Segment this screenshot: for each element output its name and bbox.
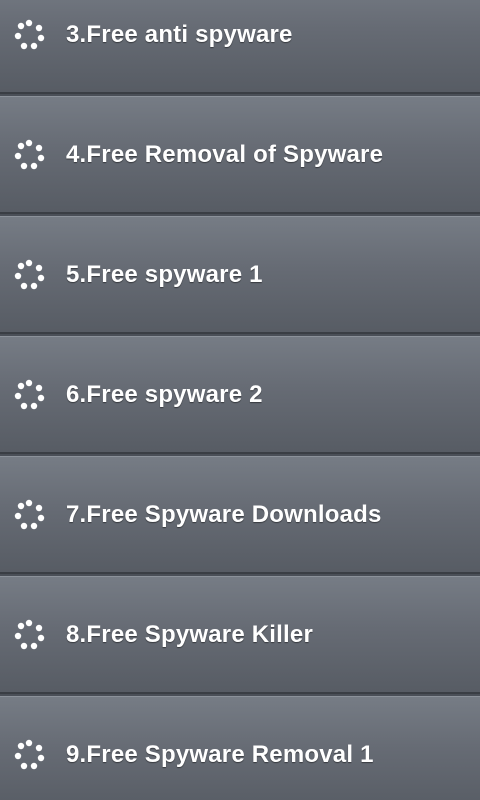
list-item-label: 4.Free Removal of Spyware [66, 140, 384, 168]
list-item-9[interactable]: 9.Free Spyware Removal 1 [0, 696, 480, 800]
list-item-7[interactable]: 7.Free Spyware Downloads [0, 456, 480, 574]
loading-dots-icon [14, 139, 45, 169]
loading-dots-icon [14, 19, 45, 49]
loading-dots-icon [14, 379, 45, 409]
list-item-8[interactable]: 8.Free Spyware Killer [0, 576, 480, 694]
loading-dots-icon [14, 259, 45, 289]
list-item-3[interactable]: 3.Free anti spyware [0, 0, 480, 94]
list-item-label: 3.Free anti spyware [66, 20, 293, 48]
list-item-label: 7.Free Spyware Downloads [66, 500, 382, 528]
item-list: 3.Free anti spyware 4.Free Removal of Sp… [0, 0, 480, 800]
list-item-label: 6.Free spyware 2 [66, 380, 263, 408]
loading-dots-icon [14, 499, 45, 529]
list-item-4[interactable]: 4.Free Removal of Spyware [0, 96, 480, 214]
list-item-6[interactable]: 6.Free spyware 2 [0, 336, 480, 454]
list-item-label: 8.Free Spyware Killer [66, 620, 313, 648]
list-item-5[interactable]: 5.Free spyware 1 [0, 216, 480, 334]
list-item-label: 9.Free Spyware Removal 1 [66, 740, 374, 768]
list-item-label: 5.Free spyware 1 [66, 260, 263, 288]
loading-dots-icon [14, 739, 45, 769]
loading-dots-icon [14, 619, 45, 649]
